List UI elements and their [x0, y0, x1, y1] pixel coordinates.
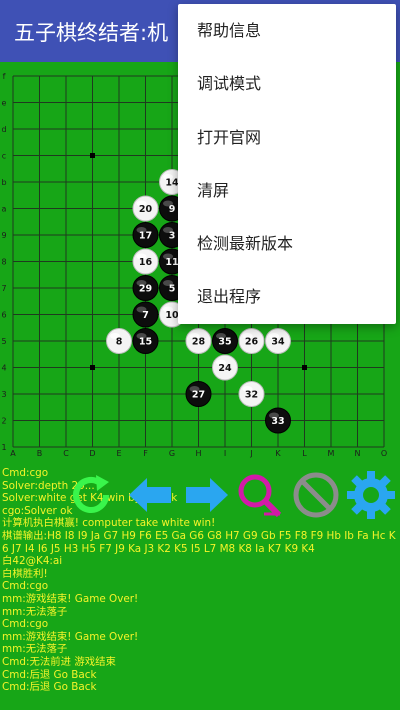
arrow-right-icon	[186, 478, 228, 512]
row-label: 2	[1, 417, 6, 426]
stone-move-number: 17	[139, 231, 152, 242]
column-label: J	[249, 449, 252, 458]
stop-icon	[293, 472, 339, 518]
stone-move-number: 7	[142, 310, 149, 321]
settings-button[interactable]	[346, 470, 396, 520]
restart-icon	[73, 475, 109, 513]
row-label: e	[2, 99, 7, 108]
stone-move-number: 34	[271, 337, 285, 348]
column-label: E	[116, 449, 121, 458]
log-line: mm:无法落子	[2, 643, 68, 656]
log-line: 棋谱输出:H8 I8 I9 Ja G7 H9 F6 E5 Ga G6 G8 H7…	[2, 529, 396, 555]
row-label: 4	[1, 364, 6, 373]
column-label: I	[224, 449, 226, 458]
stone-move-number: 24	[218, 363, 232, 374]
row-label: 7	[1, 284, 6, 293]
app-title: 五子棋终结者:机	[14, 21, 169, 45]
stone-move-number: 14	[165, 178, 179, 189]
column-label: O	[381, 449, 387, 458]
row-label: 9	[1, 231, 6, 240]
stone-move-number: 29	[139, 284, 152, 295]
stone-move-number: 10	[165, 310, 179, 321]
menu-item-clear-screen[interactable]: 清屏	[178, 164, 396, 217]
row-label: a	[2, 205, 7, 214]
menu-item-exit[interactable]: 退出程序	[178, 270, 396, 323]
stone-move-number: 35	[218, 337, 231, 348]
log-line: mm:游戏结束! Game Over!	[2, 592, 139, 605]
overflow-menu: 帮助信息 调试模式 打开官网 清屏 检测最新版本 退出程序	[178, 4, 396, 324]
stone-move-number: 11	[165, 257, 178, 268]
log-line: mm:游戏结束! Game Over!	[2, 630, 139, 643]
gear-icon	[347, 471, 395, 519]
stone-move-number: 8	[116, 337, 123, 348]
stone-move-number: 27	[192, 390, 205, 401]
row-label: 1	[1, 443, 6, 452]
stone-move-number: 15	[139, 337, 152, 348]
menu-item-debug-mode[interactable]: 调试模式	[178, 57, 396, 110]
stone-move-number: 26	[245, 337, 259, 348]
restart-button[interactable]	[66, 470, 116, 520]
stone-move-number: 3	[169, 231, 176, 242]
column-label: M	[328, 449, 335, 458]
back-button[interactable]	[125, 470, 175, 520]
stone-move-number: 5	[169, 284, 176, 295]
log-line: 白42@K4:ai	[2, 555, 63, 568]
stone-move-number: 28	[192, 337, 206, 348]
stone-move-number: 32	[245, 390, 258, 401]
menu-item-open-website[interactable]: 打开官网	[178, 111, 396, 164]
column-label: K	[275, 449, 281, 458]
star-point	[90, 153, 95, 158]
stone-move-number: 33	[271, 416, 284, 427]
log-line: Cmd:cgo	[2, 580, 49, 593]
star-point	[90, 365, 95, 370]
column-label: F	[143, 449, 148, 458]
search-icon	[238, 474, 282, 518]
row-label: 6	[1, 311, 6, 320]
column-label: L	[302, 449, 307, 458]
arrow-left-icon	[129, 478, 171, 512]
log-line: Cmd:后退 Go Back	[2, 681, 97, 694]
row-label: d	[1, 125, 6, 134]
menu-item-check-update[interactable]: 检测最新版本	[178, 217, 396, 270]
stone-move-number: 20	[139, 204, 153, 215]
row-label: 8	[1, 258, 6, 267]
column-label: D	[89, 449, 95, 458]
log-line: Cmd:无法前进 游戏结束	[2, 655, 116, 668]
row-label: c	[2, 152, 6, 161]
column-label: A	[10, 449, 16, 458]
row-label: 5	[1, 337, 6, 346]
analyze-button[interactable]	[234, 470, 284, 520]
stone-move-number: 16	[139, 257, 153, 268]
menu-item-help[interactable]: 帮助信息	[178, 4, 396, 57]
forward-button[interactable]	[182, 470, 232, 520]
stone-move-number: 9	[169, 204, 176, 215]
log-line: 白棋胜利!	[2, 567, 48, 580]
row-label: 3	[1, 390, 6, 399]
row-label: f	[3, 72, 6, 81]
log-line: mm:无法落子	[2, 605, 68, 618]
column-label: C	[63, 449, 69, 458]
row-label: b	[1, 178, 6, 187]
star-point	[302, 365, 307, 370]
toolbar	[0, 470, 400, 520]
log-line: Cmd:cgo	[2, 618, 49, 631]
column-label: H	[195, 449, 201, 458]
stop-button[interactable]	[291, 470, 341, 520]
column-label: N	[355, 449, 361, 458]
log-line: Cmd:后退 Go Back	[2, 668, 97, 681]
column-label: G	[169, 449, 175, 458]
column-label: B	[37, 449, 43, 458]
